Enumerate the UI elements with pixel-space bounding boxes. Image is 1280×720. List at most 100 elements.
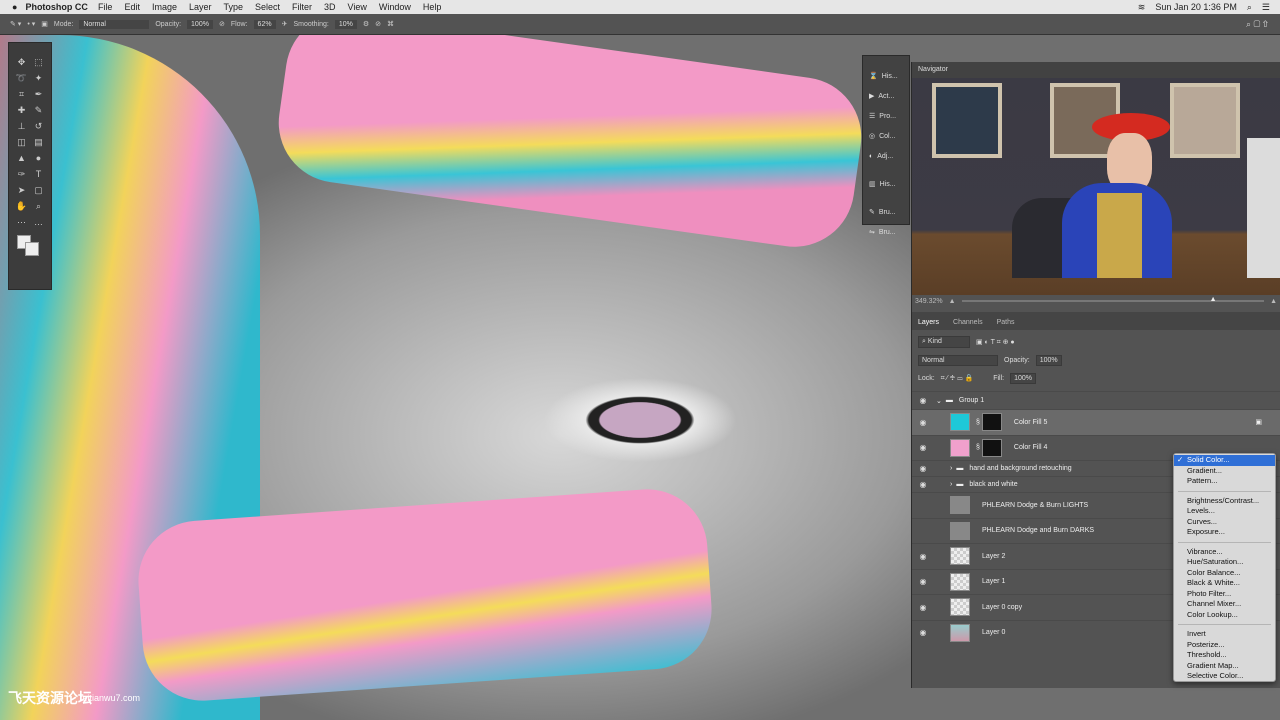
more-tool-icon[interactable]: … — [30, 217, 47, 233]
quick-select-tool-icon[interactable]: ✦ — [30, 73, 47, 89]
eraser-tool-icon[interactable]: ◫ — [13, 137, 30, 153]
expand-chevron-icon[interactable]: › — [950, 465, 952, 472]
gradient-tool-icon[interactable]: ▤ — [30, 137, 47, 153]
menu-item-gradient[interactable]: Gradient... — [1174, 466, 1275, 477]
eyedropper-tool-icon[interactable]: ✒ — [30, 89, 47, 105]
visibility-eye-icon[interactable]: ◉ — [912, 418, 934, 427]
airbrush-icon[interactable]: ✈ — [282, 20, 288, 28]
brush-tool-icon[interactable]: ✎ ▾ — [10, 20, 21, 28]
pen-tool-icon[interactable]: ✑ — [13, 169, 30, 185]
visibility-eye-icon[interactable]: ◉ — [912, 577, 934, 586]
menu-item-threshold[interactable]: Threshold... — [1174, 650, 1275, 661]
menu-item-exposure[interactable]: Exposure... — [1174, 527, 1275, 538]
expand-chevron-icon[interactable]: ⌄ — [936, 397, 942, 405]
menu-item-solid-color[interactable]: ✓ Solid Color... — [1174, 455, 1275, 466]
navigator-zoom-slider[interactable]: ▲ — [961, 296, 1265, 303]
navigator-zoom-value[interactable]: 349.32% — [915, 298, 943, 305]
type-tool-icon[interactable]: T — [30, 169, 47, 185]
menu-file[interactable]: File — [98, 2, 113, 12]
tab-layers[interactable]: Layers — [918, 319, 939, 330]
panel-adjustments[interactable]: ◐ Adj... — [863, 146, 909, 166]
layer-row[interactable]: ◉ ⌄ ▬ Group 1 — [912, 391, 1280, 409]
panel-brush[interactable]: ✎ Bru... — [863, 202, 909, 222]
menu-item-black-white[interactable]: Black & White... — [1174, 578, 1275, 589]
menu-item-vibrance[interactable]: Vibrance... — [1174, 547, 1275, 558]
visibility-eye-icon[interactable]: ◉ — [912, 464, 934, 473]
navigator-thumbnail[interactable] — [912, 78, 1280, 295]
menu-help[interactable]: Help — [423, 2, 442, 12]
menu-view[interactable]: View — [348, 2, 367, 12]
menu-item-color-balance[interactable]: Color Balance... — [1174, 568, 1275, 579]
menu-image[interactable]: Image — [152, 2, 177, 12]
zoom-tool-icon[interactable]: ⌕ — [30, 201, 47, 217]
menu-item-invert[interactable]: Invert — [1174, 629, 1275, 640]
panel-color[interactable]: ◎ Col... — [863, 126, 909, 146]
brush-preset-picker[interactable]: • ▾ — [27, 20, 35, 28]
filter-kind-select[interactable]: ⌕ Kind — [918, 336, 970, 348]
edit-toolbar-tool-icon[interactable]: ⋯ — [13, 217, 30, 233]
lasso-tool-icon[interactable]: ➰ — [13, 73, 30, 89]
move-tool-icon[interactable]: ✥ — [13, 57, 30, 73]
blend-mode-select[interactable]: Normal — [918, 354, 998, 366]
visibility-eye-icon[interactable]: ◉ — [912, 603, 934, 612]
clock[interactable]: Sun Jan 20 1:36 PM — [1155, 2, 1237, 12]
tab-navigator[interactable]: Navigator — [918, 66, 948, 73]
blur-tool-icon[interactable]: ▲ — [13, 153, 30, 169]
workspace-icons[interactable]: ⌕ ▢ ⇧ — [1246, 19, 1268, 30]
menu-window[interactable]: Window — [379, 2, 411, 12]
panel-history[interactable]: ⌛ His... — [863, 66, 909, 86]
menu-layer[interactable]: Layer — [189, 2, 212, 12]
opacity-field[interactable]: 100% — [187, 19, 213, 29]
visibility-eye-icon[interactable]: ◉ — [912, 396, 934, 405]
gear-icon[interactable]: ⚙ — [363, 20, 369, 28]
menu-item-brightness-contrast[interactable]: Brightness/Contrast... — [1174, 496, 1275, 507]
layer-fill-field[interactable]: 100% — [1010, 372, 1036, 384]
tab-channels[interactable]: Channels — [953, 319, 983, 330]
visibility-eye-icon[interactable]: ◉ — [912, 480, 934, 489]
healing-tool-icon[interactable]: ✚ — [13, 105, 30, 121]
lock-icons[interactable]: ⌗ ⁄ ✥ ▭ 🔒 — [941, 374, 973, 383]
apple-icon[interactable]: ● — [12, 2, 17, 12]
flow-field[interactable]: 62% — [253, 19, 276, 29]
brush-settings-icon[interactable]: ▣ — [41, 20, 48, 28]
menu-item-posterize[interactable]: Posterize... — [1174, 640, 1275, 651]
menu-item-channel-mixer[interactable]: Channel Mixer... — [1174, 599, 1275, 610]
menu-item-selective-color[interactable]: Selective Color... — [1174, 671, 1275, 682]
layer-row[interactable]: ◉ § Color Fill 5 ▣ — [912, 409, 1280, 435]
spotlight-icon[interactable]: ⌕ — [1247, 2, 1252, 13]
menu-select[interactable]: Select — [255, 2, 280, 12]
zoom-in-icon[interactable]: ▲ — [1270, 298, 1277, 305]
pressure-size-icon[interactable]: ⊘ — [375, 20, 381, 28]
panel-brush-settings[interactable]: ⇋ Bru... — [863, 222, 909, 242]
menu-item-gradient-map[interactable]: Gradient Map... — [1174, 661, 1275, 672]
link-icon[interactable]: § — [976, 419, 980, 426]
mode-select[interactable]: Normal — [79, 19, 150, 29]
wifi-icon[interactable]: ≋ — [1138, 2, 1146, 13]
menu-item-hue-saturation[interactable]: Hue/Saturation... — [1174, 557, 1275, 568]
smoothing-field[interactable]: 10% — [334, 19, 357, 29]
brush-tool-icon[interactable]: ✎ — [30, 105, 47, 121]
expand-chevron-icon[interactable]: › — [950, 481, 952, 488]
menu-item-curves[interactable]: Curves... — [1174, 517, 1275, 528]
color-swatches[interactable] — [13, 233, 47, 256]
menu-filter[interactable]: Filter — [292, 2, 312, 12]
visibility-eye-icon[interactable]: ◉ — [912, 443, 934, 452]
app-name[interactable]: Photoshop CC — [25, 2, 88, 12]
menu-edit[interactable]: Edit — [124, 2, 140, 12]
dodge-tool-icon[interactable]: ● — [30, 153, 47, 169]
crop-tool-icon[interactable]: ⌗ — [13, 89, 30, 105]
path-select-tool-icon[interactable]: ➤ — [13, 185, 30, 201]
history-brush-tool-icon[interactable]: ↺ — [30, 121, 47, 137]
menu-item-levels[interactable]: Levels... — [1174, 506, 1275, 517]
marquee-tool-icon[interactable]: ⬚ — [30, 57, 47, 73]
visibility-eye-icon[interactable]: ◉ — [912, 552, 934, 561]
visibility-eye-icon[interactable]: ◉ — [912, 628, 934, 637]
tab-paths[interactable]: Paths — [997, 319, 1015, 330]
menu-item-photo-filter[interactable]: Photo Filter... — [1174, 589, 1275, 600]
menu-type[interactable]: Type — [224, 2, 244, 12]
clone-stamp-tool-icon[interactable]: ⊥ — [13, 121, 30, 137]
filter-icons[interactable]: ▣ ◐ T ⌗ ⊕ ● — [976, 338, 1015, 347]
menu-3d[interactable]: 3D — [324, 2, 336, 12]
menu-item-color-lookup[interactable]: Color Lookup... — [1174, 610, 1275, 621]
zoom-out-icon[interactable]: ▲ — [949, 298, 956, 305]
